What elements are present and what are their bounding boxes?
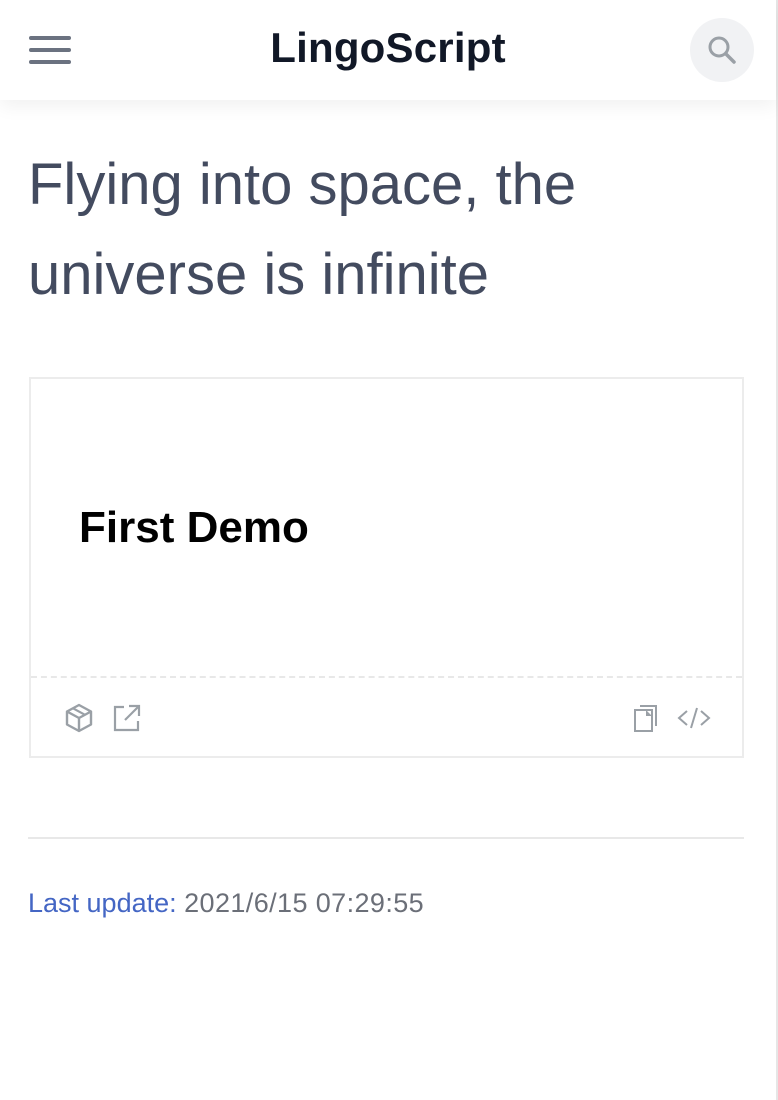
search-button[interactable] bbox=[690, 18, 754, 82]
show-code-button[interactable] bbox=[676, 700, 712, 736]
page: LingoScript Flying into space, the unive… bbox=[0, 0, 778, 1100]
copy-icon bbox=[634, 705, 657, 732]
copy-code-button[interactable] bbox=[628, 700, 664, 736]
last-updated-value: 2021/6/15 07:29:55 bbox=[184, 888, 425, 918]
demo-preview: First Demo bbox=[31, 379, 742, 676]
search-icon bbox=[708, 36, 736, 64]
demo-actions bbox=[31, 676, 742, 758]
demo-heading: First Demo bbox=[79, 503, 309, 552]
external-link-icon bbox=[113, 704, 141, 732]
code-icon bbox=[677, 707, 711, 729]
demo-card: First Demo bbox=[29, 377, 744, 758]
content-divider bbox=[28, 837, 744, 839]
last-updated: Last update: 2021/6/15 07:29:55 bbox=[28, 888, 424, 919]
open-in-new-window-button[interactable] bbox=[109, 700, 145, 736]
open-in-codesandbox-button[interactable] bbox=[61, 700, 97, 736]
site-title[interactable]: LingoScript bbox=[0, 24, 776, 72]
last-updated-label: Last update: bbox=[28, 888, 177, 918]
page-title: Flying into space, the universe is infin… bbox=[28, 152, 577, 307]
cube-icon bbox=[65, 703, 93, 733]
navbar: LingoScript bbox=[0, 0, 776, 100]
